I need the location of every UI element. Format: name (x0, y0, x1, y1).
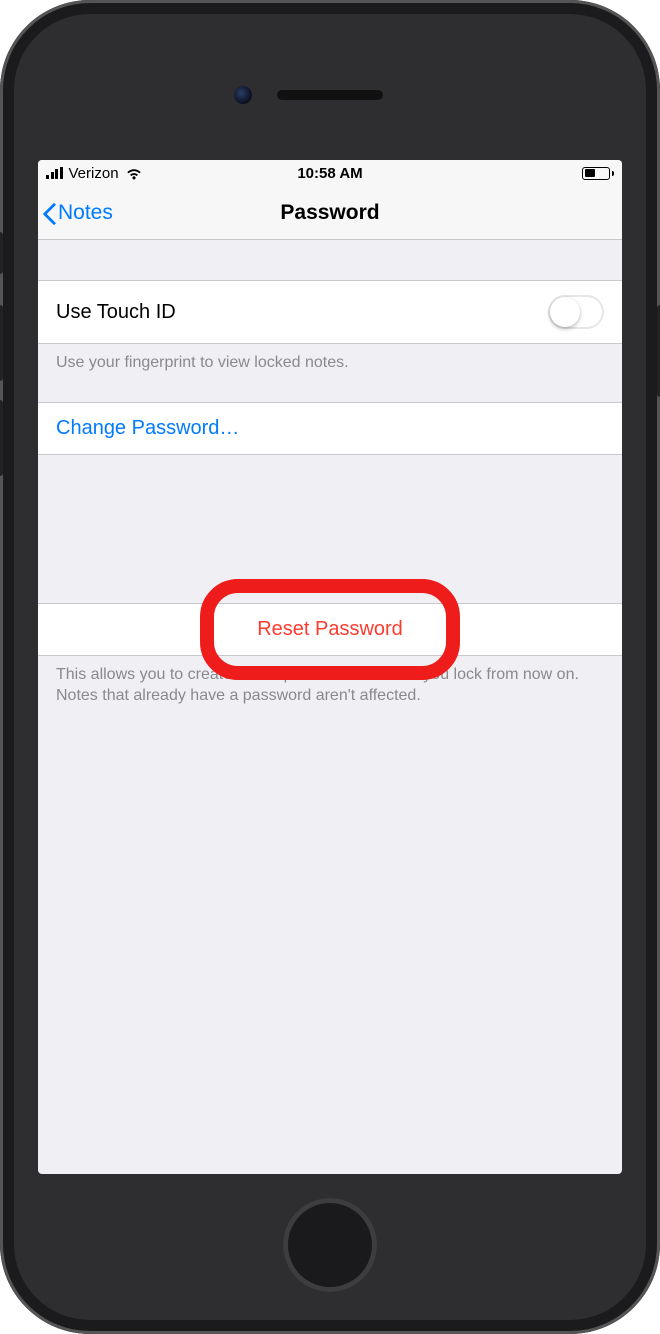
earpiece-speaker (277, 90, 383, 100)
navigation-bar: Notes Password (38, 186, 622, 240)
settings-content: Use Touch ID Use your fingerprint to vie… (38, 240, 622, 707)
reset-password-button[interactable]: Reset Password (38, 603, 622, 656)
wifi-icon (125, 167, 143, 180)
touch-id-row: Use Touch ID (38, 280, 622, 344)
volume-up-button (0, 305, 3, 381)
reset-password-footer: This allows you to create a new password… (38, 656, 622, 707)
change-password-label: Change Password… (56, 417, 239, 440)
carrier-label: Verizon (69, 165, 119, 182)
back-button[interactable]: Notes (38, 201, 113, 225)
phone-device-frame: Verizon 10:58 AM Notes Password (0, 0, 660, 1334)
screen: Verizon 10:58 AM Notes Password (38, 160, 622, 1174)
status-time: 10:58 AM (297, 165, 362, 182)
change-password-row[interactable]: Change Password… (38, 402, 622, 455)
touch-id-toggle[interactable] (548, 295, 604, 329)
touch-id-footer: Use your fingerprint to view locked note… (38, 344, 622, 374)
page-title: Password (280, 201, 379, 225)
toggle-knob (550, 297, 580, 327)
touch-id-label: Use Touch ID (56, 301, 176, 324)
reset-password-label: Reset Password (257, 618, 403, 641)
cellular-signal-icon (46, 167, 63, 179)
battery-icon (582, 167, 614, 180)
chevron-left-icon (44, 201, 58, 225)
back-button-label: Notes (58, 201, 113, 225)
status-bar: Verizon 10:58 AM (38, 160, 622, 186)
front-camera (234, 86, 252, 104)
home-button[interactable] (283, 1198, 377, 1292)
volume-down-button (0, 400, 3, 476)
mute-switch (0, 232, 3, 274)
